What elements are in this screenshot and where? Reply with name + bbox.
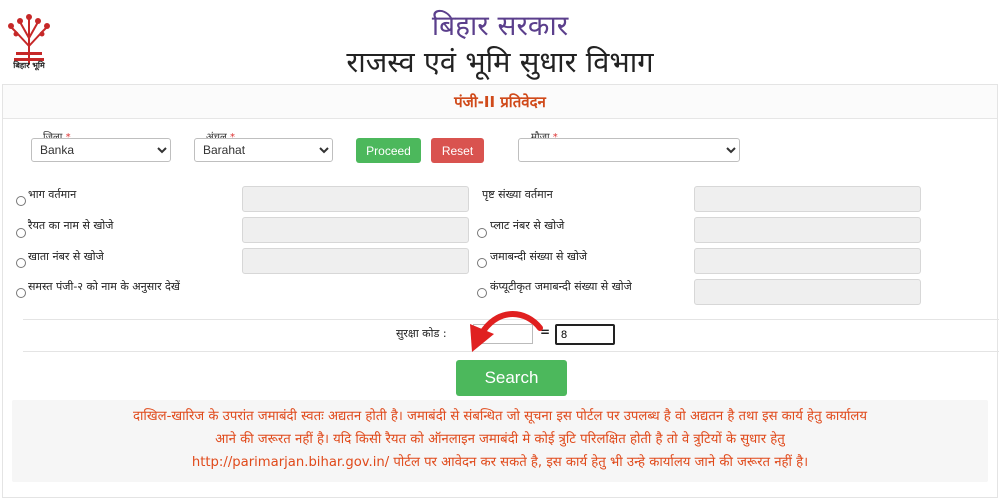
district-select[interactable]: Banka [31,138,171,162]
computerised-jamabandi-input[interactable] [694,279,921,305]
page-title-government: बिहार सरकार [431,9,569,42]
khata-number-input[interactable] [242,248,469,274]
mauza-select[interactable] [518,138,740,162]
radio-khata-number[interactable] [16,258,26,268]
option-label-page-number: पृष्ट संख्या वर्तमान [482,188,553,201]
option-label-khata-number: खाता नंबर से खोजे [28,250,104,263]
radio-computerised-jamabandi[interactable] [477,288,487,298]
notice-line: दाखिल-खारिज के उपरांत जमाबंदी स्वतः अद्य… [133,409,867,424]
plot-number-input[interactable] [694,217,921,243]
option-label-all-register-by-name: समस्त पंजी-२ को नाम के अनुसार देखें [28,280,180,293]
page-header: बिहार भूमि बिहार सरकार राजस्व एवं भूमि स… [0,0,1000,84]
radio-part-current[interactable] [16,196,26,206]
reset-button[interactable]: Reset [431,138,484,163]
option-label-jamabandi-number: जमाबन्दी संख्या से खोजे [490,250,587,263]
option-label-plot-number: प्लाट नंबर से खोजे [490,219,565,232]
page-title-department: राजस्व एवं भूमि सुधार विभाग [346,45,654,79]
radio-jamabandi-number[interactable] [477,258,487,268]
page-number-input[interactable] [694,186,921,212]
option-label-computerised-jamabandi: कंप्यूटीकृत जमाबन्दी संख्या से खोजे [490,280,632,293]
jamabandi-number-input[interactable] [694,248,921,274]
option-label-raiyat-name: रैयत का नाम से खोजे [28,219,114,232]
curved-arrow-icon [470,311,543,352]
captcha-label: सुरक्षा कोड : [396,327,447,340]
proceed-button[interactable]: Proceed [356,138,421,163]
search-button[interactable]: Search [456,360,567,396]
radio-all-register-by-name[interactable] [16,288,26,298]
radio-plot-number[interactable] [477,228,487,238]
captcha-input[interactable] [555,324,615,345]
radio-raiyat-name[interactable] [16,228,26,238]
notice-box: दाखिल-खारिज के उपरांत जमाबंदी स्वतः अद्य… [12,400,988,482]
panel-title: पंजी-II प्रतिवेदन [3,85,997,119]
option-label-part-current: भाग वर्तमान [28,188,77,201]
notice-line: आने की जरूरत नहीं है। यदि किसी रैयत को ऑ… [215,432,785,447]
part-current-input[interactable] [242,186,469,212]
notice-line: http://parimarjan.bihar.gov.in/ पोर्टल प… [191,455,809,470]
raiyat-name-input[interactable] [242,217,469,243]
circle-select[interactable]: Barahat [194,138,333,162]
